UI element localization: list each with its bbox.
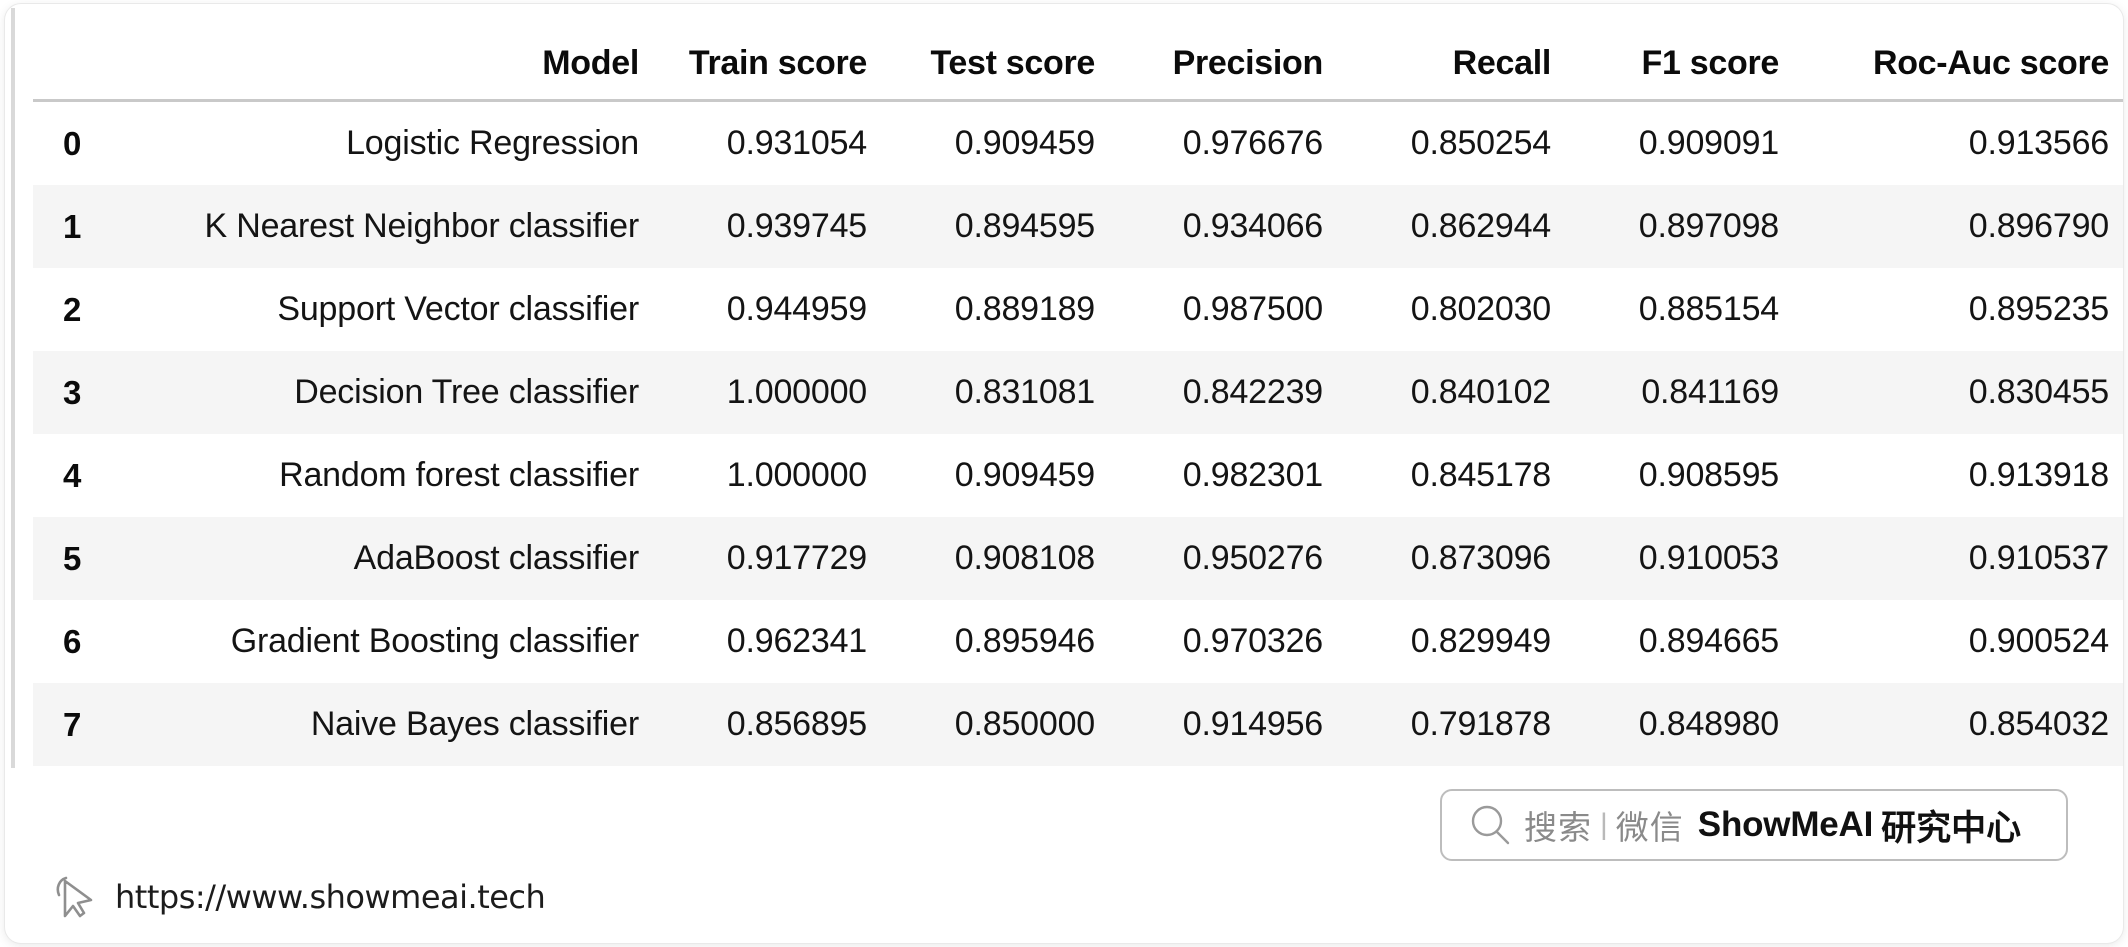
cell-precision: 0.987500 xyxy=(1121,268,1349,351)
table-row[interactable]: 6 Gradient Boosting classifier 0.962341 … xyxy=(33,600,2123,683)
cell-roc-auc-score: 0.913918 xyxy=(1805,434,2123,517)
cell-model: Random forest classifier xyxy=(105,434,665,517)
column-header-train-score[interactable]: Train score xyxy=(665,34,893,102)
cell-recall: 0.845178 xyxy=(1349,434,1577,517)
cell-model: Decision Tree classifier xyxy=(105,351,665,434)
column-header-index xyxy=(33,34,105,102)
cell-f1-score: 0.909091 xyxy=(1577,100,1805,185)
brand-name-cn: 研究中心 xyxy=(1881,808,2022,849)
table-body: 0 Logistic Regression 0.931054 0.909459 … xyxy=(33,100,2123,766)
table-row[interactable]: 1 K Nearest Neighbor classifier 0.939745… xyxy=(33,185,2123,268)
cell-precision: 0.976676 xyxy=(1121,100,1349,185)
row-index: 0 xyxy=(33,100,105,185)
cell-precision: 0.950276 xyxy=(1121,517,1349,600)
row-index: 5 xyxy=(33,517,105,600)
cell-train-score: 0.917729 xyxy=(665,517,893,600)
cell-test-score: 0.909459 xyxy=(893,434,1121,517)
table-row[interactable]: 2 Support Vector classifier 0.944959 0.8… xyxy=(33,268,2123,351)
cell-precision: 0.982301 xyxy=(1121,434,1349,517)
cell-precision: 0.842239 xyxy=(1121,351,1349,434)
wechat-search-watermark: 搜索 | 微信 ShowMeAI 研究中心 xyxy=(1440,789,2068,861)
cell-recall: 0.840102 xyxy=(1349,351,1577,434)
row-index: 7 xyxy=(33,683,105,766)
column-header-test-score[interactable]: Test score xyxy=(893,34,1121,102)
cell-train-score: 0.856895 xyxy=(665,683,893,766)
search-label: 搜索 xyxy=(1524,808,1592,847)
cell-f1-score: 0.897098 xyxy=(1577,185,1805,268)
cell-model: K Nearest Neighbor classifier xyxy=(105,185,665,268)
cell-train-score: 0.962341 xyxy=(665,600,893,683)
cell-model: Gradient Boosting classifier xyxy=(105,600,665,683)
cell-test-score: 0.895946 xyxy=(893,600,1121,683)
cell-recall: 0.873096 xyxy=(1349,517,1577,600)
cell-model: AdaBoost classifier xyxy=(105,517,665,600)
table-row[interactable]: 7 Naive Bayes classifier 0.856895 0.8500… xyxy=(33,683,2123,766)
site-url[interactable]: https://www.showmeai.tech xyxy=(115,878,546,916)
cursor-pointer-icon xyxy=(53,872,99,922)
column-header-roc-auc-score[interactable]: Roc-Auc score xyxy=(1805,34,2123,102)
cell-model: Naive Bayes classifier xyxy=(105,683,665,766)
cell-train-score: 1.000000 xyxy=(665,351,893,434)
cell-recall: 0.850254 xyxy=(1349,100,1577,185)
cell-test-score: 0.909459 xyxy=(893,100,1121,185)
cell-roc-auc-score: 0.854032 xyxy=(1805,683,2123,766)
column-header-f1-score[interactable]: F1 score xyxy=(1577,34,1805,102)
cell-precision: 0.914956 xyxy=(1121,683,1349,766)
table-row[interactable]: 5 AdaBoost classifier 0.917729 0.908108 … xyxy=(33,517,2123,600)
cell-f1-score: 0.910053 xyxy=(1577,517,1805,600)
column-header-model[interactable]: Model xyxy=(105,34,665,102)
cell-f1-score: 0.848980 xyxy=(1577,683,1805,766)
cell-test-score: 0.889189 xyxy=(893,268,1121,351)
row-index: 3 xyxy=(33,351,105,434)
cell-test-score: 0.850000 xyxy=(893,683,1121,766)
brand-name: ShowMeAI xyxy=(1697,805,1874,844)
watermark-divider: | xyxy=(1600,808,1608,841)
column-header-recall[interactable]: Recall xyxy=(1349,34,1577,102)
cell-test-score: 0.831081 xyxy=(893,351,1121,434)
cell-precision: 0.970326 xyxy=(1121,600,1349,683)
output-card: Model Train score Test score Precision R… xyxy=(5,4,2123,943)
cell-precision: 0.934066 xyxy=(1121,185,1349,268)
cell-f1-score: 0.885154 xyxy=(1577,268,1805,351)
cell-model: Support Vector classifier xyxy=(105,268,665,351)
cell-train-score: 1.000000 xyxy=(665,434,893,517)
footer-url-watermark: https://www.showmeai.tech xyxy=(53,872,546,922)
table-header: Model Train score Test score Precision R… xyxy=(33,34,2123,102)
table-row[interactable]: 4 Random forest classifier 1.000000 0.90… xyxy=(33,434,2123,517)
cell-f1-score: 0.908595 xyxy=(1577,434,1805,517)
cell-recall: 0.829949 xyxy=(1349,600,1577,683)
row-index: 4 xyxy=(33,434,105,517)
column-header-precision[interactable]: Precision xyxy=(1121,34,1349,102)
cell-roc-auc-score: 0.895235 xyxy=(1805,268,2123,351)
dataframe-container: Model Train score Test score Precision R… xyxy=(5,4,2123,766)
cell-test-score: 0.894595 xyxy=(893,185,1121,268)
cell-test-score: 0.908108 xyxy=(893,517,1121,600)
table-row[interactable]: 3 Decision Tree classifier 1.000000 0.83… xyxy=(33,351,2123,434)
cell-train-score: 0.939745 xyxy=(665,185,893,268)
cell-train-score: 0.931054 xyxy=(665,100,893,185)
row-index: 1 xyxy=(33,185,105,268)
cell-roc-auc-score: 0.913566 xyxy=(1805,100,2123,185)
cell-roc-auc-score: 0.896790 xyxy=(1805,185,2123,268)
table-header-row: Model Train score Test score Precision R… xyxy=(33,34,2123,102)
cell-recall: 0.862944 xyxy=(1349,185,1577,268)
search-icon xyxy=(1468,803,1512,847)
cell-roc-auc-score: 0.910537 xyxy=(1805,517,2123,600)
cell-train-score: 0.944959 xyxy=(665,268,893,351)
model-metrics-table: Model Train score Test score Precision R… xyxy=(33,34,2123,766)
row-index: 2 xyxy=(33,268,105,351)
channel-label: 微信 xyxy=(1615,808,1684,847)
cell-model: Logistic Regression xyxy=(105,100,665,185)
table-row[interactable]: 0 Logistic Regression 0.931054 0.909459 … xyxy=(33,100,2123,185)
row-index: 6 xyxy=(33,600,105,683)
cell-recall: 0.802030 xyxy=(1349,268,1577,351)
cell-f1-score: 0.894665 xyxy=(1577,600,1805,683)
cell-roc-auc-score: 0.900524 xyxy=(1805,600,2123,683)
cell-roc-auc-score: 0.830455 xyxy=(1805,351,2123,434)
cell-recall: 0.791878 xyxy=(1349,683,1577,766)
cell-f1-score: 0.841169 xyxy=(1577,351,1805,434)
